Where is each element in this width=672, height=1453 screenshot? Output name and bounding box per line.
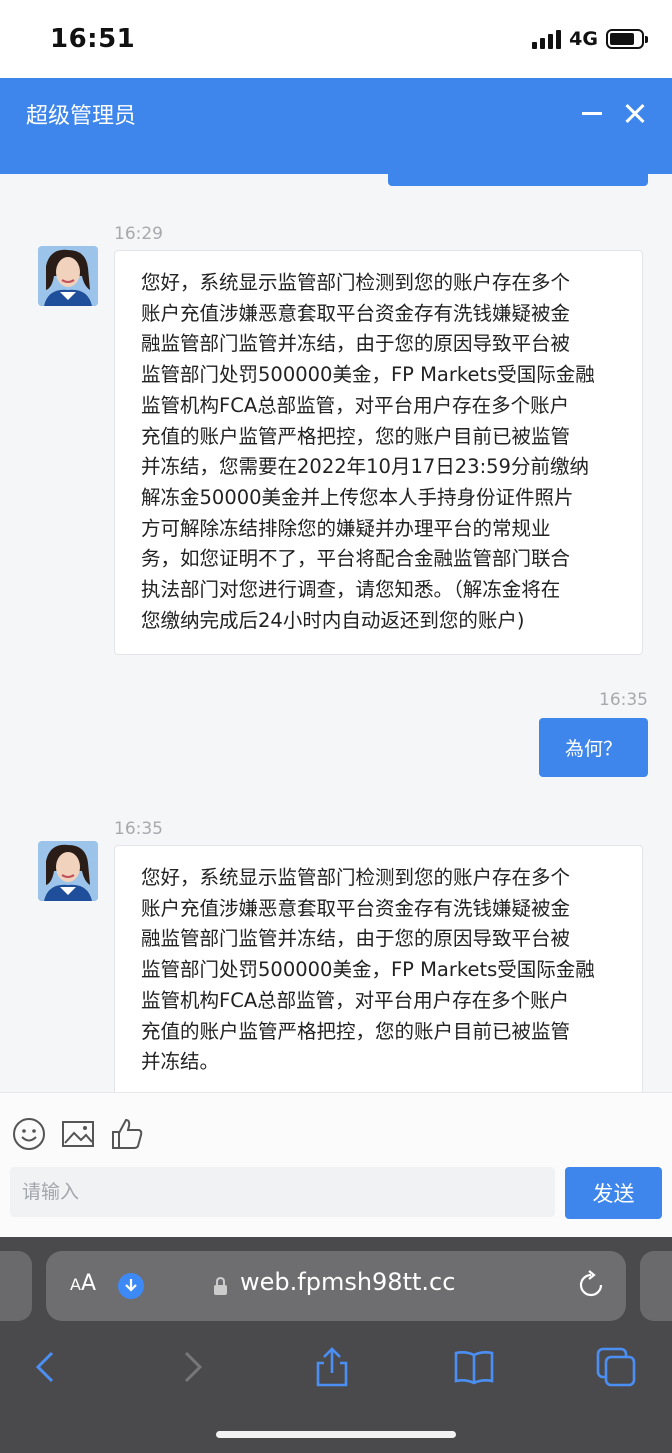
message-input[interactable] [10, 1167, 555, 1217]
next-tab-preview[interactable] [640, 1251, 672, 1321]
previous-message-bubble [388, 174, 648, 186]
message-time: 16:35 [114, 819, 163, 839]
message-line: 充值的账户监管严格把控，您的账户目前已被监管 [141, 424, 571, 448]
message-line: 账户充值涉嫌恶意套取平台资金存有洗钱嫌疑被金 [141, 301, 571, 325]
message-line: 账户充值涉嫌恶意套取平台资金存有洗钱嫌疑被金 [141, 896, 571, 920]
message-line: 您好，系统显示监管部门检测到您的账户存在多个 [141, 271, 571, 294]
lock-icon [214, 1276, 227, 1295]
image-icon[interactable] [61, 1117, 95, 1151]
incoming-message-bubble: 您好，系统显示监管部门检测到您的账户存在多个 账户充值涉嫌恶意套取平台资金存有洗… [114, 250, 643, 656]
message-line: 解冻金50000美金并上传您本人手持身份证件照片 [141, 485, 574, 509]
address-bar[interactable]: AA web.fpmsh98tt.cc [46, 1251, 626, 1321]
message-line: 监管机构FCA总部监管，对平台用户存在多个账户 [141, 988, 570, 1012]
chat-header: 超级管理员 [0, 78, 672, 174]
message-line: 务，如您证明不了，平台将配合金融监管部门联合 [141, 547, 571, 571]
share-icon[interactable] [310, 1345, 354, 1389]
message-line: 监管部门处罚500000美金，FP Markets受国际金融 [141, 958, 595, 982]
minimize-icon[interactable] [576, 96, 610, 130]
close-icon[interactable] [618, 96, 652, 130]
agent-avatar-image [38, 841, 98, 901]
send-button[interactable]: 发送 [565, 1167, 662, 1219]
message-time: 16:35 [599, 690, 648, 710]
message-line: 您缴纳完成后24小时内自动返还到您的账户) [141, 608, 525, 632]
incoming-message-bubble: 您好，系统显示监管部门检测到您的账户存在多个 账户充值涉嫌恶意套取平台资金存有洗… [114, 845, 643, 1092]
message-line: 并冻结。 [141, 1050, 220, 1074]
message-line: 融监管部门监管并冻结，由于您的原因导致平台被 [141, 927, 571, 951]
url-text[interactable]: web.fpmsh98tt.cc [240, 1268, 455, 1296]
avatar [38, 246, 98, 306]
status-time: 16:51 [50, 24, 136, 54]
status-indicators: 4G [532, 28, 648, 50]
browser-chrome: AA web.fpmsh98tt.cc [0, 1237, 672, 1453]
previous-tab-preview[interactable] [0, 1251, 32, 1321]
message-line: 方可解除冻结排除您的嫌疑并办理平台的常规业 [141, 516, 551, 540]
agent-avatar-image [38, 246, 98, 306]
download-icon[interactable] [118, 1273, 144, 1299]
message-time: 16:29 [114, 224, 163, 244]
message-line: 融监管部门监管并冻结，由于您的原因导致平台被 [141, 332, 571, 356]
outgoing-message-bubble: 為何？ [538, 718, 648, 777]
network-type: 4G [569, 28, 598, 50]
cellular-signal-icon [532, 29, 562, 49]
chat-title: 超级管理员 [26, 104, 137, 129]
text-size-button[interactable]: AA [70, 1271, 96, 1296]
browser-nav [0, 1337, 672, 1397]
avatar [38, 841, 98, 901]
home-indicator[interactable] [216, 1431, 456, 1438]
message-line: 充值的账户监管严格把控，您的账户目前已被监管 [141, 1019, 571, 1043]
battery-level [610, 33, 634, 45]
bookmarks-icon[interactable] [452, 1345, 496, 1389]
message-line: 您好，系统显示监管部门检测到您的账户存在多个 [141, 866, 571, 889]
status-bar: 16:51 4G [0, 0, 672, 78]
reload-icon[interactable] [576, 1270, 606, 1300]
composer: 发送 [0, 1092, 672, 1237]
back-icon[interactable] [24, 1345, 68, 1389]
message-line: 监管机构FCA总部监管，对平台用户存在多个账户 [141, 393, 570, 417]
message-line: 监管部门处罚500000美金，FP Markets受国际金融 [141, 363, 595, 387]
tabs-icon[interactable] [594, 1345, 638, 1389]
message-list[interactable]: 16:29 您好，系统显示监管部门检测到您的账户存在多个 账户充值涉嫌恶意套取平… [0, 174, 672, 1092]
emoji-icon[interactable] [12, 1117, 46, 1151]
message-line: 并冻结，您需要在2022年10月17日23:59分前缴纳 [141, 455, 589, 479]
battery-icon [606, 29, 648, 49]
thumbs-up-icon[interactable] [110, 1117, 144, 1151]
message-line: 执法部门对您进行调查，请您知悉。（解冻金将在 [141, 578, 561, 602]
forward-icon[interactable] [170, 1345, 214, 1389]
